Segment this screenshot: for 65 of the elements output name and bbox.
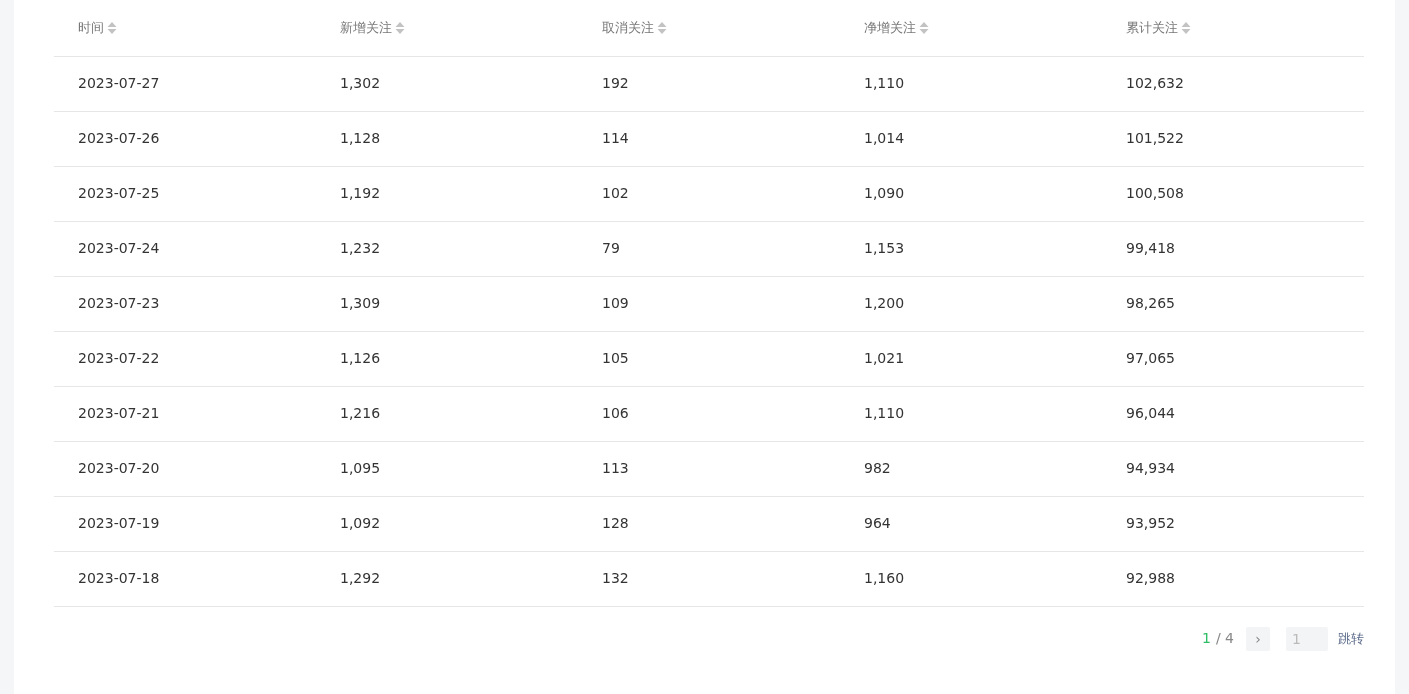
table-cell: 1,021 xyxy=(864,350,905,366)
table-cell: 132 xyxy=(602,570,629,586)
table-cell: 2023-07-23 xyxy=(78,295,160,311)
sort-icon[interactable] xyxy=(395,20,405,35)
table-cell: 1,200 xyxy=(864,295,905,311)
table-cell: 99,418 xyxy=(1126,240,1175,256)
table-cell: 2023-07-21 xyxy=(78,405,160,421)
column-header[interactable]: 新增关注 xyxy=(340,18,392,38)
table-cell: 2023-07-27 xyxy=(78,75,160,91)
next-page-button[interactable]: › xyxy=(1246,626,1270,651)
page-input[interactable]: 1 xyxy=(1286,626,1328,651)
table-cell: 2023-07-19 xyxy=(78,515,160,531)
table-cell: 1,232 xyxy=(340,240,381,256)
column-header[interactable]: 累计关注 xyxy=(1126,18,1178,38)
table-cell: 192 xyxy=(602,75,629,91)
table-cell: 1,092 xyxy=(340,515,381,531)
sort-icon[interactable] xyxy=(107,20,117,35)
table-cell: 98,265 xyxy=(1126,295,1175,311)
table-cell: 96,044 xyxy=(1126,405,1175,421)
table-cell: 113 xyxy=(602,460,629,476)
table-cell: 105 xyxy=(602,350,629,366)
column-header[interactable]: 时间 xyxy=(78,18,104,38)
table-cell: 1,090 xyxy=(864,185,905,201)
table-cell: 1,292 xyxy=(340,570,381,586)
current-page: 1 xyxy=(1202,629,1211,648)
sort-icon[interactable] xyxy=(919,20,929,35)
table-cell: 101,522 xyxy=(1126,130,1184,146)
table-cell: 1,309 xyxy=(340,295,381,311)
table-cell: 1,110 xyxy=(864,75,905,91)
sort-icon[interactable] xyxy=(657,20,667,35)
table-cell: 1,014 xyxy=(864,130,905,146)
table-cell: 100,508 xyxy=(1126,185,1184,201)
table-cell: 128 xyxy=(602,515,629,531)
column-header[interactable]: 净增关注 xyxy=(864,18,916,38)
table-cell: 1,160 xyxy=(864,570,905,586)
table-cell: 2023-07-26 xyxy=(78,130,160,146)
table-cell: 92,988 xyxy=(1126,570,1175,586)
table-cell: 1,192 xyxy=(340,185,381,201)
page-total: / 4 xyxy=(1215,629,1234,648)
table-cell: 1,126 xyxy=(340,350,381,366)
table-cell: 93,952 xyxy=(1126,515,1175,531)
table-cell: 1,302 xyxy=(340,75,381,91)
table-cell: 102 xyxy=(602,185,629,201)
sort-icon[interactable] xyxy=(1181,20,1191,35)
table-cell: 2023-07-20 xyxy=(78,460,160,476)
table-cell: 1,110 xyxy=(864,405,905,421)
table-cell: 2023-07-18 xyxy=(78,570,160,586)
table-cell: 964 xyxy=(864,515,891,531)
table-cell: 2023-07-25 xyxy=(78,185,160,201)
table-cell: 2023-07-22 xyxy=(78,350,160,366)
table-cell: 97,065 xyxy=(1126,350,1175,366)
table-cell: 982 xyxy=(864,460,891,476)
table-cell: 2023-07-24 xyxy=(78,240,160,256)
table-cell: 94,934 xyxy=(1126,460,1175,476)
column-header[interactable]: 取消关注 xyxy=(602,18,654,38)
table-cell: 1,095 xyxy=(340,460,381,476)
table-cell: 106 xyxy=(602,405,629,421)
table-cell: 114 xyxy=(602,130,629,146)
table-cell: 1,128 xyxy=(340,130,381,146)
table-cell: 102,632 xyxy=(1126,75,1184,91)
table-cell: 109 xyxy=(602,295,629,311)
jump-link[interactable]: 跳转 xyxy=(1338,628,1364,649)
table-cell: 1,216 xyxy=(340,405,381,421)
table-cell: 79 xyxy=(602,240,620,256)
table-cell: 1,153 xyxy=(864,240,905,256)
